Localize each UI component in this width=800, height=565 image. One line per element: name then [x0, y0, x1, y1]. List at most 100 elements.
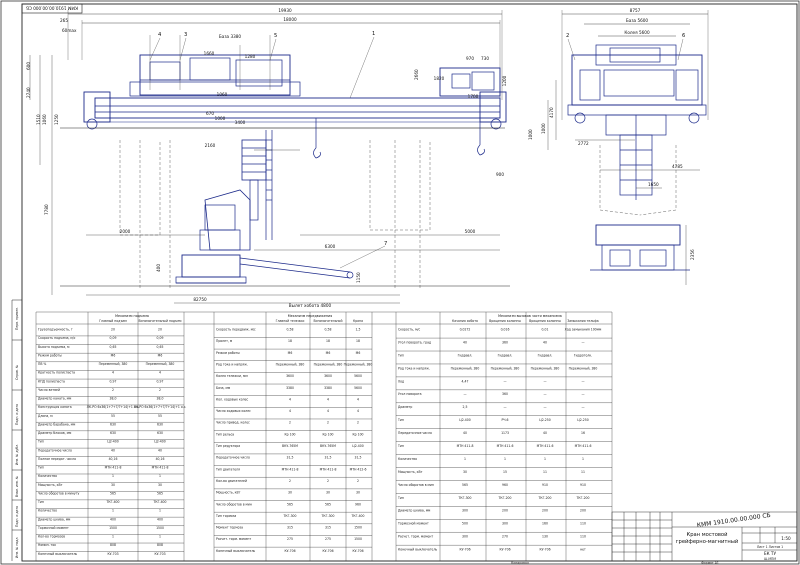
- spec-cell: ВКУ-765М: [320, 444, 336, 448]
- height-7780: 7780: [44, 204, 49, 215]
- spec-cell: 2: [159, 388, 161, 392]
- spec-cell: 1: [582, 457, 584, 461]
- spec-cell: ТКГ-300: [458, 496, 472, 500]
- spec-cell: 20: [158, 328, 162, 332]
- spec-row-label: Тип: [37, 440, 44, 444]
- title-line-1: Кран мостовой: [687, 531, 728, 538]
- spec-cell: 910: [580, 483, 586, 487]
- spec-cell: —: [543, 405, 546, 409]
- spec-cell: —: [543, 392, 546, 396]
- spec-cell: 565: [287, 502, 293, 506]
- spec-cell: 40: [111, 448, 115, 452]
- spec-row-label: Тип двигателя: [215, 467, 240, 471]
- spec-cell: 130: [542, 535, 548, 539]
- spec-cell: 40,16: [109, 457, 118, 461]
- spec-cell: 110: [580, 522, 586, 526]
- spec-cell: 200: [580, 509, 586, 513]
- spec-cell: МТН 411-6: [575, 444, 592, 448]
- spec-cell: Переменный, 380: [99, 362, 128, 366]
- spec-cell: МТН 411-6: [497, 444, 514, 448]
- dim-900: 900: [496, 172, 504, 177]
- spec-cell: ТКГ-200: [498, 496, 512, 500]
- side-dim-overall: 8757: [630, 8, 641, 13]
- spec-cell: 2: [112, 388, 114, 392]
- spec-row-label: Угол поворота: [398, 392, 422, 396]
- spec-cell: 960: [502, 483, 508, 487]
- spec-cell: 1: [112, 535, 114, 539]
- spec-cell: 30: [111, 483, 115, 487]
- dim-1700: 1700: [468, 94, 479, 99]
- spec-cell: 3600: [324, 374, 332, 378]
- spec-cell: 960: [355, 502, 361, 506]
- spec-row-label: Число оборотов в мин: [398, 483, 434, 487]
- copied-label: Копировал: [511, 561, 529, 565]
- callout-3: 3: [184, 32, 187, 38]
- spec-cell: 565: [110, 491, 116, 495]
- spec-cell: Гидравл.: [498, 353, 513, 357]
- spec-row-label: Тип редуктора: [215, 444, 240, 448]
- spec-cell: 0,09: [157, 336, 164, 340]
- sheet-info: Лист 1 Листов 1: [757, 545, 783, 549]
- spec-row-label: Передаточное число: [398, 431, 432, 435]
- dim-1060: 1060: [217, 92, 228, 97]
- spec-cell: 160: [542, 522, 548, 526]
- dim-1150: 1150: [356, 272, 361, 283]
- spec-cell: 11: [543, 470, 547, 474]
- spec-cell: 3600: [286, 374, 294, 378]
- spec-cell: РЧ-6: [501, 418, 508, 422]
- spec-cell: 808: [110, 543, 116, 547]
- title-line-2: грейферно-магнитный: [676, 538, 738, 545]
- spec-row-label: Количество: [38, 474, 57, 478]
- spec-cell: 2,5: [463, 405, 468, 409]
- spec-cell: КУ-706: [459, 548, 470, 552]
- spec-cell: МТН 411-8: [105, 466, 122, 470]
- spec-cell: 0,65: [110, 345, 117, 349]
- dim-265: 265: [60, 18, 68, 23]
- spec-cell: М6: [288, 351, 293, 355]
- spec-cell: 0,58: [287, 328, 294, 332]
- spec-row-label: Длина, м: [38, 414, 53, 418]
- spec-cell: 4,47: [462, 379, 469, 383]
- spec-cell: 300: [502, 522, 508, 526]
- spec-row-label: Род тока и напряж.: [398, 366, 430, 370]
- spec-cell: 2: [289, 479, 291, 483]
- spec-cell: 0,016: [501, 328, 510, 332]
- spec-cell: 1: [112, 474, 114, 478]
- spec-row-label: Высота подъема, м: [38, 345, 70, 349]
- spec-cell: —: [503, 379, 506, 383]
- height-2660: 2660: [414, 69, 419, 80]
- spec-cell: КУ-703: [154, 552, 165, 556]
- spec-row-label: Колея тележки, мм: [216, 374, 248, 378]
- spec-col3-sub2: Вращения колонны: [489, 319, 521, 323]
- spec-row-label: Число привод. колес: [216, 421, 250, 425]
- dim-670: 670: [206, 111, 214, 116]
- height-1000: 1000: [528, 129, 533, 140]
- spec-cell: 4: [327, 409, 329, 413]
- spec-cell: 0,0272: [460, 328, 471, 332]
- dim-hook-reach: Вылет хобота 4800: [289, 303, 332, 308]
- spec-cell: 315: [287, 526, 293, 530]
- dim-5000: 5000: [465, 229, 476, 234]
- binding-label-4: Инв. № дубл.: [15, 444, 19, 465]
- spec-cell: —: [581, 392, 584, 396]
- spec-cell: 630: [110, 422, 116, 426]
- spec-cell: 11: [581, 470, 585, 474]
- spec-cell: ВКУ-765М: [282, 444, 298, 448]
- spec-cell: Ход замыкания 100мм: [565, 328, 602, 332]
- spec-row-label: Диаметр: [398, 405, 412, 409]
- side-dim-base: База 5600: [626, 18, 649, 23]
- spec-cell: 2: [357, 421, 359, 425]
- spec-cell: Переменный, 380: [569, 366, 598, 370]
- spec-col1-sub2: Вспомогательный подъем: [139, 319, 183, 323]
- spec-cell: 1500: [109, 526, 117, 530]
- spec-col3-header: Механизм вызовов части механизма: [498, 314, 562, 318]
- spec-row-label: Диаметр шкива, мм: [398, 509, 431, 513]
- spec-cell: 4: [289, 397, 291, 401]
- spec-col1-sub1: Главный подъем: [99, 319, 127, 323]
- spec-cell: 2: [327, 479, 329, 483]
- dim-2160: 2160: [205, 143, 216, 148]
- drawing-sheet: КММ 1910.00.00.000 СБ Перв. примен. Спра…: [0, 0, 800, 565]
- spec-row-label: Число ветвей: [38, 388, 60, 392]
- spec-cell: 4: [357, 397, 359, 401]
- spec-cell: —: [463, 392, 466, 396]
